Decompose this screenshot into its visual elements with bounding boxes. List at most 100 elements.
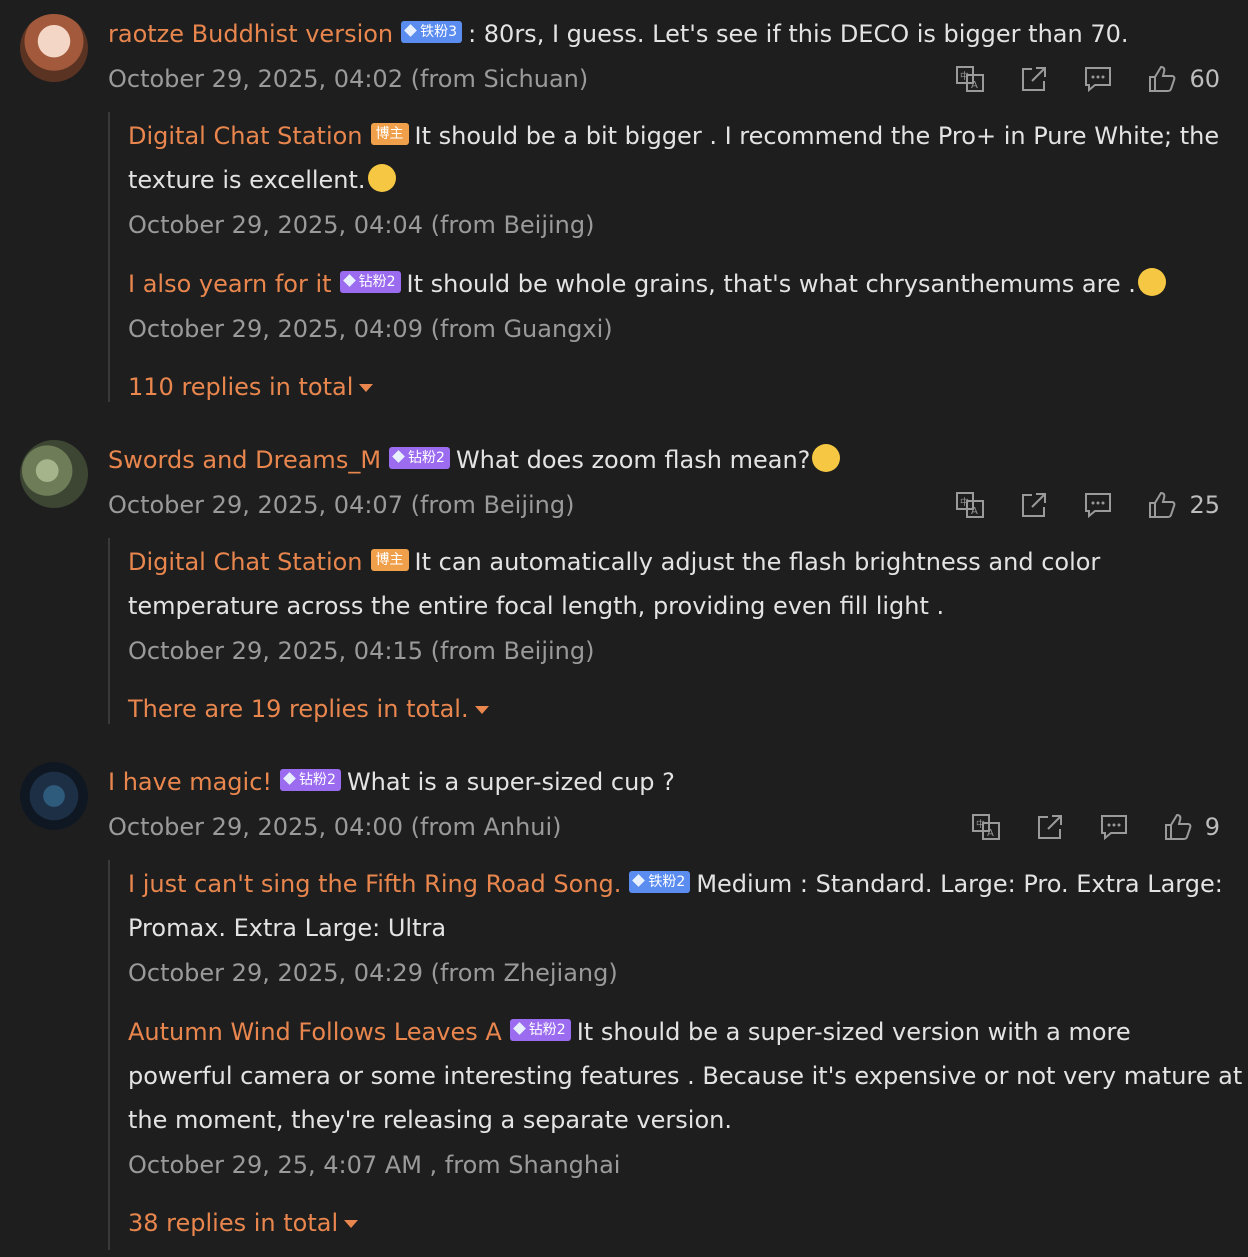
fan-badge: 钻粉2 [509,1019,571,1041]
comment-text: What is a super-sized cup ? [346,768,675,796]
like-count: 9 [1204,813,1220,841]
expand-replies-link[interactable]: There are 19 replies in total. [128,687,489,731]
comment-header: I have magic! 钻粉2 What is a super-sized cu… [108,760,675,804]
svg-text:中: 中 [960,496,969,508]
like-count: 25 [1189,491,1220,519]
reply-text: It can automatically adjust the flash br… [414,548,1101,576]
expand-replies-label: 38 replies in total [128,1209,339,1237]
fan-badge: 铁粉3 [401,21,463,43]
comment-actions: 中A 25 [921,483,1220,527]
comment-actions: 中A 9 [937,805,1220,849]
badge-label: 钻粉2 [408,450,445,466]
fan-badge: 钻粉2 [280,769,341,791]
translate-icon[interactable]: 中A [955,490,985,520]
comment-header: raotze Buddhist version 铁粉3: 80rs, I gues… [108,12,1129,56]
username-link[interactable]: Digital Chat Station [128,122,363,150]
comment-actions: 中A 60 [921,57,1220,101]
reply-text: the moment, they're releasing a separate… [128,1106,732,1134]
fan-badge: 钻粉2 [339,271,401,293]
svg-text:A: A [971,506,978,517]
avatar[interactable] [20,14,88,82]
reply-text: Medium : Standard. Large: Pro. Extra Lar… [696,870,1223,898]
diamond-icon [392,450,405,463]
username-link[interactable]: Autumn Wind Follows Leaves A [128,1018,502,1046]
fan-badge: 钻粉2 [389,447,450,469]
username-link[interactable]: I also yearn for it [128,270,332,298]
comment-meta: October 29, 2025, 04:07 (from Beijing) [108,491,575,519]
comment-header: Swords and Dreams_M 钻粉2 What does zoom fla… [108,438,841,482]
like-icon[interactable] [1163,812,1193,842]
like-count: 60 [1189,65,1220,93]
reply-line: Promax. Extra Large: Ultra [128,906,446,950]
badge-label: 钻粉2 [528,1022,566,1038]
reply-meta: October 29, 2025, 04:04 (from Beijing) [128,211,595,239]
comment-icon[interactable] [1099,812,1129,842]
username-link[interactable]: raotze Buddhist version [108,20,393,48]
surprised-emoji-icon [812,444,841,472]
badge-label: 钻粉2 [299,772,336,788]
username-link[interactable]: Digital Chat Station [128,548,363,576]
reply-line: I also yearn for it 钻粉2 It should be whole… [128,262,1166,306]
host-badge: 博主 [370,549,409,571]
reply-line: Digital Chat Station 博主 It should be a bit… [128,114,1219,158]
username-link[interactable]: I just can't sing the Fifth Ring Road So… [128,870,621,898]
diamond-icon [632,874,646,887]
reply-text: It should be a super-sized version with … [576,1018,1131,1046]
caret-down-icon [344,1220,359,1228]
caret-down-icon [474,706,489,714]
badge-label: 铁粉2 [648,874,686,890]
reply-line: temperature across the entire focal leng… [128,584,944,628]
like-icon[interactable] [1147,64,1177,94]
svg-text:中: 中 [976,818,985,830]
expand-replies-link[interactable]: 38 replies in total [128,1201,359,1245]
reply-line: powerful camera or some interesting feat… [128,1054,1242,1098]
diamond-icon [512,1022,526,1035]
reply-line: texture is excellent. [128,158,396,202]
avatar[interactable] [20,762,88,830]
translate-icon[interactable]: 中A [971,812,1001,842]
share-icon[interactable] [1019,490,1049,520]
diamond-icon [283,772,296,785]
comment-icon[interactable] [1083,490,1113,520]
reply-meta: October 29, 2025, 04:29 (from Zhejiang) [128,959,618,987]
reply-text: powerful camera or some interesting feat… [128,1062,1243,1090]
username-link[interactable]: I have magic! [108,768,272,796]
comment-meta: October 29, 2025, 04:00 (from Anhui) [108,813,562,841]
fan-badge: 铁粉2 [629,871,691,893]
host-badge: 博主 [370,123,409,145]
reply-text: It should be a bit bigger . I recommend … [414,122,1220,150]
reply-text: It should be whole grains, that's what c… [406,270,1136,298]
reply-line: Digital Chat Station 博主 It can automatical… [128,540,1100,584]
reply-text: texture is excellent. [128,166,366,194]
comment-text: : 80rs, I guess. Let's see if this DECO … [468,20,1129,48]
replies-container: I just can't sing the Fifth Ring Road So… [108,860,1242,1250]
laugh-emoji-icon [1137,268,1166,296]
reply-meta: October 29, 25, 4:07 AM , from Shanghai [128,1151,621,1179]
caret-down-icon [359,384,374,392]
reply-line: the moment, they're releasing a separate… [128,1098,732,1142]
expand-replies-label: 110 replies in total [128,373,354,401]
comment-icon[interactable] [1083,64,1113,94]
svg-text:A: A [971,80,978,91]
svg-text:中: 中 [960,70,969,82]
badge-label: 钻粉2 [358,274,396,290]
username-link[interactable]: Swords and Dreams_M [108,446,381,474]
reply-line: Autumn Wind Follows Leaves A 钻粉2 It should… [128,1010,1131,1054]
comment-meta: October 29, 2025, 04:02 (from Sichuan) [108,65,589,93]
diamond-icon [342,274,356,287]
share-icon[interactable] [1035,812,1065,842]
diamond-icon [404,24,418,37]
reply-meta: October 29, 2025, 04:09 (from Guangxi) [128,315,613,343]
expand-replies-label: There are 19 replies in total. [128,695,469,723]
expand-replies-link[interactable]: 110 replies in total [128,365,374,409]
reply-text: temperature across the entire focal leng… [128,592,945,620]
translate-icon[interactable]: 中A [955,64,985,94]
avatar[interactable] [20,440,88,508]
like-icon[interactable] [1147,490,1177,520]
share-icon[interactable] [1019,64,1049,94]
replies-container: Digital Chat Station 博主 It can automatical… [108,538,1240,724]
reply-text: Promax. Extra Large: Ultra [128,914,447,942]
comment-text: What does zoom flash mean? [455,446,811,474]
reply-meta: October 29, 2025, 04:15 (from Beijing) [128,637,595,665]
svg-text:A: A [987,828,994,839]
